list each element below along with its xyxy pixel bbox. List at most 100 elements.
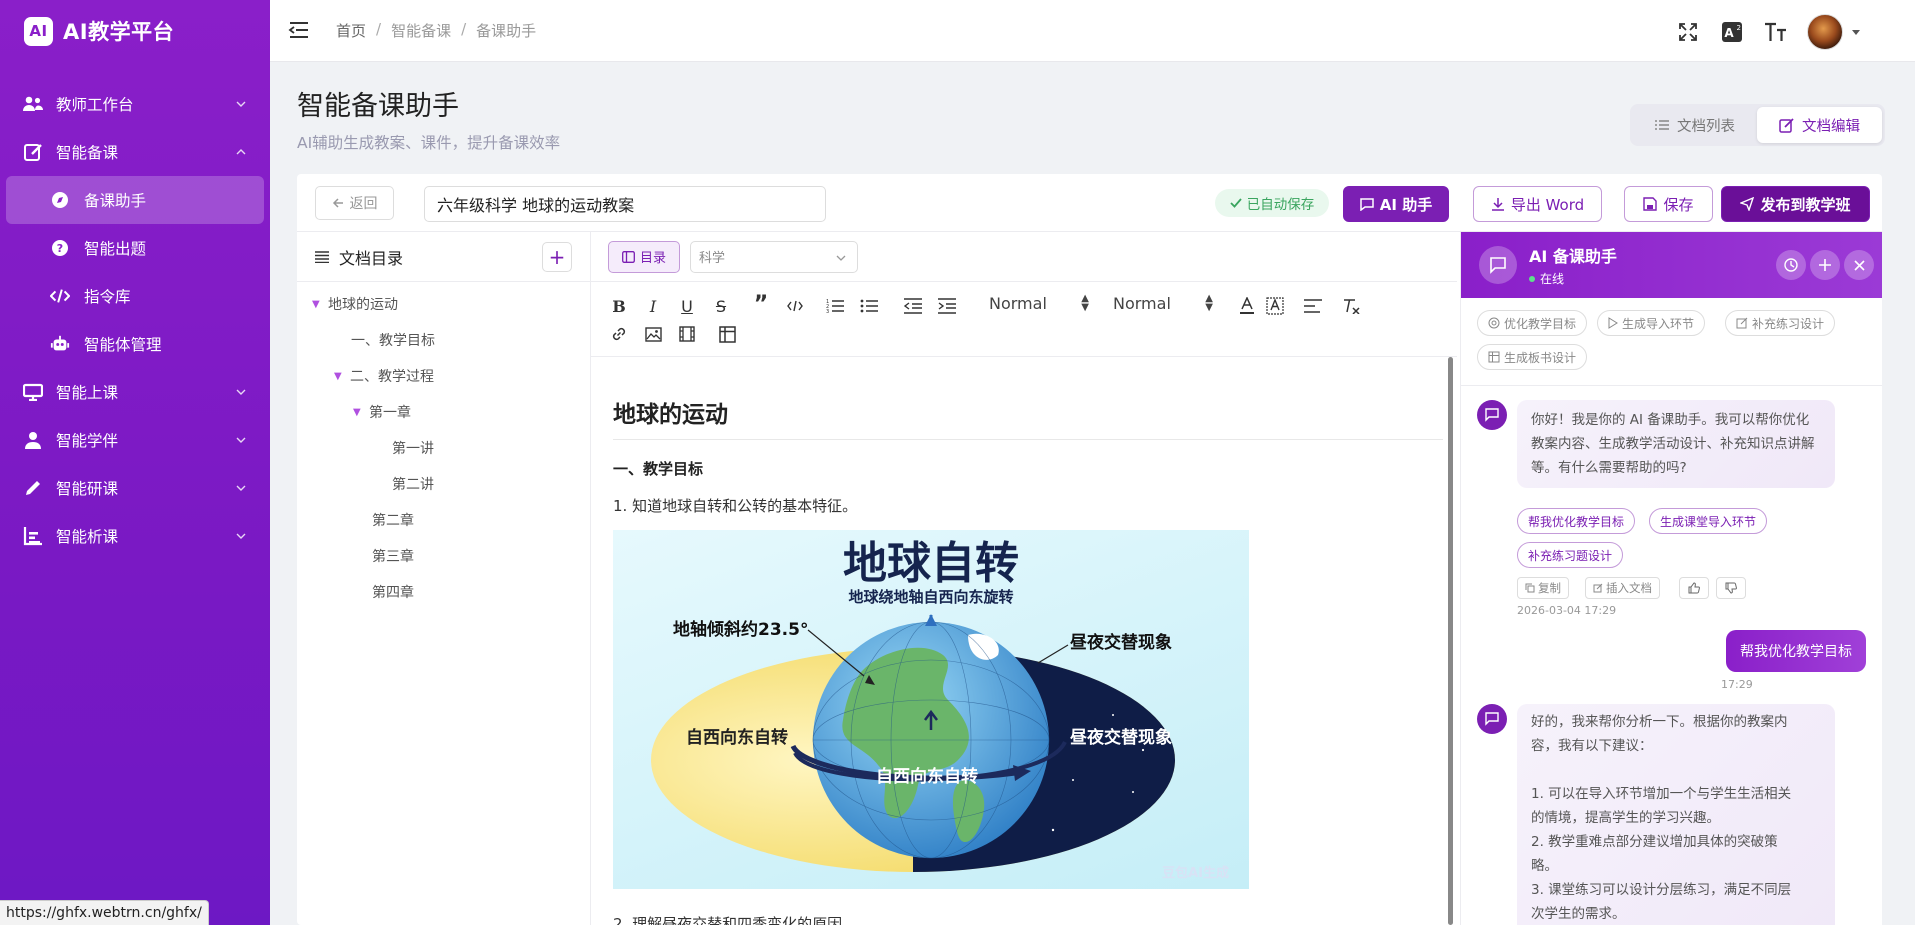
translate-icon[interactable]: A2 bbox=[1719, 19, 1745, 45]
sidebar-item-label: 智能备课 bbox=[56, 144, 119, 162]
bullet-list-button[interactable] bbox=[857, 294, 881, 318]
indent-button[interactable] bbox=[935, 294, 959, 318]
quote-button[interactable]: ” bbox=[749, 292, 773, 317]
header-select[interactable]: Normal ▲ ▼ bbox=[1113, 293, 1213, 314]
close-panel-button[interactable] bbox=[1844, 250, 1874, 280]
link-icon bbox=[612, 327, 626, 341]
earth-rotation-image[interactable]: 地球自转 地球绕地轴自西向东旋转 地轴倾斜约23.5° 昼夜交替现象 昼夜交替现… bbox=[613, 530, 1249, 889]
breadcrumb-home[interactable]: 首页 bbox=[336, 20, 366, 41]
toc-node[interactable]: 第二讲 bbox=[297, 466, 590, 502]
font-color-button[interactable] bbox=[1235, 294, 1259, 318]
image-label-axis: 地轴倾斜约23.5° bbox=[673, 619, 808, 640]
table-button[interactable] bbox=[715, 322, 739, 346]
expand-triangle-icon[interactable]: ▼ bbox=[353, 407, 363, 418]
new-chat-button[interactable] bbox=[1810, 250, 1840, 280]
link-button[interactable] bbox=[607, 322, 631, 346]
insert-doc-button[interactable]: 插入文档 bbox=[1585, 577, 1660, 599]
like-button[interactable] bbox=[1679, 577, 1709, 599]
sidebar-item-prep-assistant[interactable]: 备课助手 bbox=[6, 176, 264, 224]
toc-node[interactable]: 一、教学目标 bbox=[297, 322, 590, 358]
size-select[interactable]: Normal ▲ ▼ bbox=[989, 294, 1089, 314]
strikethrough-button[interactable]: S bbox=[709, 294, 733, 318]
align-button[interactable] bbox=[1301, 294, 1325, 318]
font-size-icon[interactable] bbox=[1763, 19, 1789, 45]
video-button[interactable] bbox=[675, 322, 699, 346]
back-button[interactable]: 返回 bbox=[315, 186, 394, 220]
sidebar-item-agent-mgmt[interactable]: 智能体管理 bbox=[0, 320, 270, 368]
outdent-button[interactable] bbox=[901, 294, 925, 318]
font-color-icon bbox=[1240, 297, 1254, 314]
background-color-button[interactable] bbox=[1263, 294, 1287, 318]
tab-document-edit[interactable]: 文档编辑 bbox=[1757, 107, 1882, 143]
subject-select[interactable]: 科学 bbox=[690, 240, 858, 273]
user-menu[interactable] bbox=[1807, 14, 1861, 50]
image-title: 地球自转 bbox=[843, 538, 1019, 589]
sidebar-item-smart-class[interactable]: 智能上课 bbox=[0, 368, 270, 416]
sidebar-item-smart-companion[interactable]: 智能学伴 bbox=[0, 416, 270, 464]
select-arrows-icon: ▲ ▼ bbox=[1205, 293, 1213, 313]
sidebar-item-label: 备课助手 bbox=[84, 192, 147, 210]
outdent-icon bbox=[904, 298, 922, 314]
export-word-button[interactable]: 导出 Word bbox=[1473, 186, 1602, 222]
compass-icon bbox=[50, 190, 70, 210]
bold-button[interactable]: B bbox=[607, 294, 631, 318]
ai-assistant-button[interactable]: AI 助手 bbox=[1343, 186, 1449, 222]
breadcrumb-smart-prep[interactable]: 智能备课 bbox=[391, 20, 451, 41]
sidebar-item-label: 教师工作台 bbox=[56, 96, 134, 114]
copy-label: 复制 bbox=[1538, 581, 1561, 595]
toc-node[interactable]: ▼ 二、教学过程 bbox=[297, 358, 590, 394]
quick-add-exercises[interactable]: 补充练习设计 bbox=[1725, 310, 1836, 336]
editor-content[interactable]: 地球的运动 一、教学目标 1. 知道地球自转和公转的基本特征。 地球自转 地球绕… bbox=[591, 357, 1457, 925]
ordered-list-button[interactable]: 123 bbox=[823, 294, 847, 318]
underline-button[interactable]: U bbox=[675, 294, 699, 318]
expand-triangle-icon[interactable]: ▼ bbox=[312, 299, 322, 310]
toc-node[interactable]: 第三章 bbox=[297, 538, 590, 574]
sidebar-item-smart-research[interactable]: 智能研课 bbox=[0, 464, 270, 512]
toc-node[interactable]: 第一讲 bbox=[297, 430, 590, 466]
quick-generate-intro[interactable]: 生成导入环节 bbox=[1597, 310, 1706, 336]
save-button[interactable]: 保存 bbox=[1624, 186, 1713, 222]
toc-node[interactable]: ▼ 地球的运动 bbox=[297, 286, 590, 322]
sidebar-item-prompt-library[interactable]: 指令库 bbox=[0, 272, 270, 320]
tab-document-list[interactable]: 文档列表 bbox=[1633, 107, 1757, 143]
sidebar-item-smart-prep[interactable]: 智能备课 bbox=[0, 128, 270, 176]
toc-node[interactable]: 第四章 bbox=[297, 574, 590, 610]
history-button[interactable] bbox=[1776, 250, 1806, 280]
editor-scrollbar[interactable] bbox=[1448, 357, 1453, 925]
menu-toggle-icon[interactable] bbox=[288, 20, 310, 44]
suggestion-chip[interactable]: 补充练习题设计 bbox=[1517, 542, 1624, 568]
add-section-button[interactable]: + bbox=[542, 242, 572, 272]
image-button[interactable] bbox=[641, 322, 665, 346]
fullscreen-icon[interactable] bbox=[1675, 19, 1701, 45]
sidebar-item-smart-analysis[interactable]: 智能析课 bbox=[0, 512, 270, 560]
publish-button[interactable]: 发布到教学班 bbox=[1721, 186, 1870, 222]
expand-triangle-icon[interactable]: ▼ bbox=[334, 371, 344, 382]
earth-illustration: 地球自转 地球绕地轴自西向东旋转 地轴倾斜约23.5° 昼夜交替现象 昼夜交替现… bbox=[651, 538, 1229, 881]
chat-icon bbox=[1360, 198, 1374, 211]
back-label: 返回 bbox=[349, 196, 378, 212]
clear-format-button[interactable] bbox=[1339, 294, 1363, 318]
sidebar-menu: 教师工作台 智能备课 备课助手 ? 智能出题 指令库 智能体管理 智能上课 智能… bbox=[0, 80, 270, 560]
avatar bbox=[1807, 14, 1843, 50]
sidebar-item-smart-questions[interactable]: ? 智能出题 bbox=[0, 224, 270, 272]
reply-line: 2. 教学重难点部分建议增加具体的突破策 bbox=[1531, 834, 1778, 850]
italic-button[interactable]: I bbox=[641, 294, 665, 318]
toc-toggle-button[interactable]: 目录 bbox=[608, 240, 680, 273]
quick-board-design[interactable]: 生成板书设计 bbox=[1477, 344, 1588, 370]
sidebar-item-teacher-desk[interactable]: 教师工作台 bbox=[0, 80, 270, 128]
document-title-input[interactable]: 六年级科学 地球的运动教案 bbox=[424, 186, 826, 222]
toc-node[interactable]: 第二章 bbox=[297, 502, 590, 538]
code-button[interactable] bbox=[783, 294, 807, 318]
quick-label: 生成导入环节 bbox=[1622, 316, 1695, 331]
dislike-button[interactable] bbox=[1716, 577, 1746, 599]
suggestion-chip[interactable]: 生成课堂导入环节 bbox=[1649, 508, 1768, 534]
copy-button[interactable]: 复制 bbox=[1517, 577, 1569, 599]
paragraph: 2. 理解昼夜交替和四季变化的原因。 bbox=[613, 915, 858, 925]
toc-node[interactable]: ▼ 第一章 bbox=[297, 394, 590, 430]
sidebar-item-label: 智能研课 bbox=[56, 480, 119, 498]
app-logo[interactable]: AI AI教学平台 bbox=[0, 0, 270, 62]
editor: 目录 科学 B I U S ” 123 Normal ▲ ▼ Normal ▲ ▼ bbox=[591, 232, 1457, 925]
svg-text:?: ? bbox=[57, 242, 63, 255]
quick-optimize-goals[interactable]: 优化教学目标 bbox=[1477, 310, 1588, 336]
suggestion-chip[interactable]: 帮我优化教学目标 bbox=[1517, 508, 1636, 534]
